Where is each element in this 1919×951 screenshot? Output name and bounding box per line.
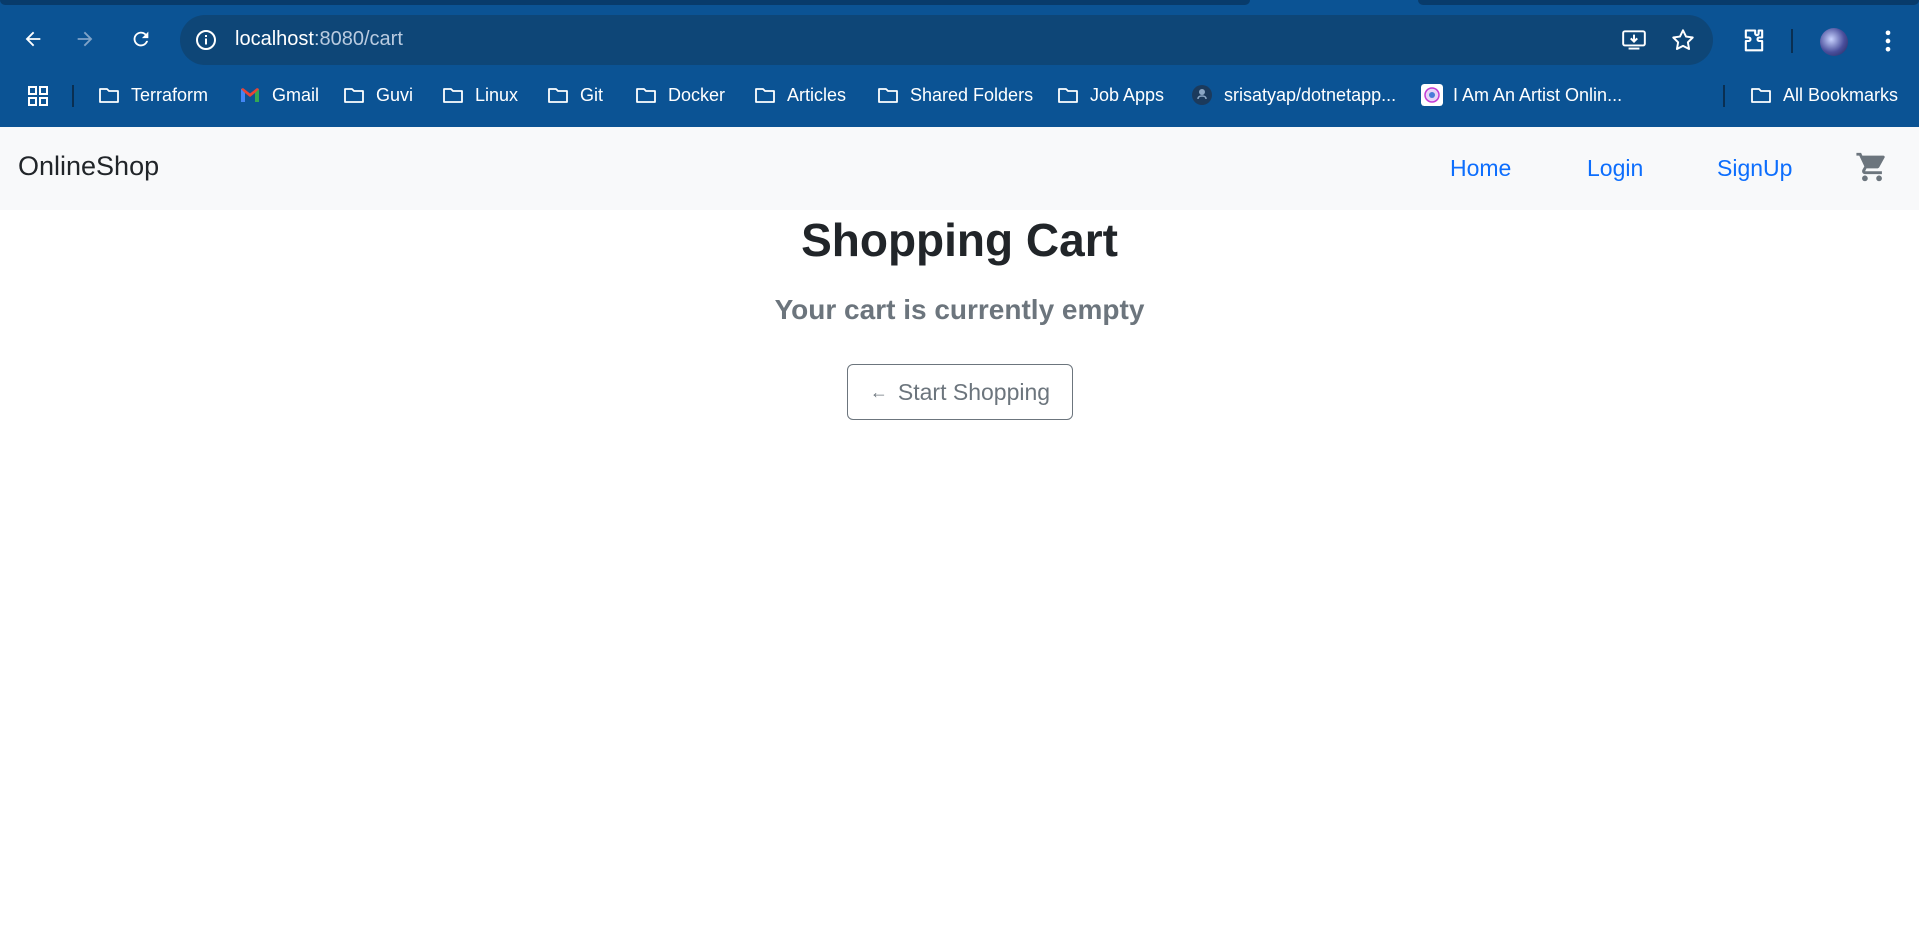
bookmarks-divider	[1723, 85, 1725, 107]
nav-link-home[interactable]: Home	[1450, 155, 1511, 182]
page-title: Shopping Cart	[801, 214, 1118, 266]
bookmark-label: Job Apps	[1090, 84, 1165, 105]
bookmark-label: Guvi	[376, 84, 414, 105]
folder-icon	[878, 88, 898, 103]
folder-icon	[548, 88, 568, 103]
bookmark-articles[interactable]: Articles	[753, 75, 846, 115]
brand-logo[interactable]: OnlineShop	[18, 151, 159, 182]
forward-button[interactable]	[61, 15, 109, 63]
arrow-left-icon	[25, 31, 41, 47]
apps-grid-icon[interactable]	[26, 84, 50, 108]
github-icon	[1192, 85, 1212, 105]
bookmark-linux[interactable]: Linux	[441, 75, 518, 115]
extensions-icon[interactable]	[1740, 27, 1768, 55]
bookmark-label: Linux	[475, 84, 519, 105]
gmail-icon	[241, 88, 259, 102]
nav-link-login[interactable]: Login	[1587, 155, 1643, 182]
bookmark-label: srisatyap/dotnetapp...	[1224, 84, 1397, 105]
bookmark-label: Terraform	[131, 84, 209, 105]
url-host: localhost	[235, 28, 314, 50]
bookmark-label: Gmail	[272, 84, 320, 105]
folder-icon	[99, 88, 119, 103]
arrow-right-icon	[77, 31, 93, 47]
site-favicon	[1421, 84, 1443, 106]
profile-avatar[interactable]	[1820, 28, 1848, 56]
more-menu-icon[interactable]	[1874, 27, 1902, 55]
page-content: OnlineShop Home Login SignUp Shopping Ca…	[0, 127, 1919, 951]
folder-icon	[636, 88, 656, 103]
bookmark-guvi[interactable]: Guvi	[342, 75, 413, 115]
bookmark-docker[interactable]: Docker	[634, 75, 725, 115]
install-app-icon[interactable]	[1621, 27, 1647, 53]
start-shopping-button[interactable]: ← Start Shopping	[847, 364, 1073, 420]
shopping-cart-icon[interactable]	[1855, 150, 1889, 184]
browser-toolbar: localhost:8080/cart	[0, 5, 1919, 75]
bookmark-artist-site[interactable]: I Am An Artist Onlin...	[1421, 75, 1622, 115]
url-path: :8080/cart	[313, 28, 403, 50]
folder-icon	[1751, 88, 1771, 103]
arrow-left-icon: ←	[869, 381, 888, 402]
bookmark-git[interactable]: Git	[546, 75, 603, 115]
bookmark-label: Shared Folders	[910, 84, 1034, 105]
bookmark-label: Articles	[787, 84, 847, 105]
bookmark-label: All Bookmarks	[1783, 84, 1899, 105]
empty-cart-message: Your cart is currently empty	[774, 294, 1145, 325]
bookmark-star-icon[interactable]	[1670, 27, 1696, 53]
bookmarks-bar: Terraform Gmail Guvi Linux Git Docker Ar…	[0, 75, 1919, 127]
bookmark-all-bookmarks[interactable]: All Bookmarks	[1749, 75, 1898, 115]
bookmark-label: Docker	[668, 84, 726, 105]
site-navbar: OnlineShop Home Login SignUp	[0, 127, 1919, 210]
bookmark-job-apps[interactable]: Job Apps	[1056, 75, 1164, 115]
browser-chrome: localhost:8080/cart Terraform Gmail Guvi…	[0, 0, 1919, 127]
bookmark-github-repo[interactable]: srisatyap/dotnetapp...	[1190, 75, 1396, 115]
folder-icon	[344, 88, 364, 103]
bookmark-label: Git	[580, 84, 604, 105]
back-button[interactable]	[9, 15, 57, 63]
toolbar-divider	[1791, 29, 1793, 53]
reload-button[interactable]	[117, 15, 165, 63]
bookmark-label: I Am An Artist Onlin...	[1453, 84, 1623, 105]
bookmark-shared-folders[interactable]: Shared Folders	[876, 75, 1033, 115]
reload-icon	[133, 31, 149, 47]
bookmark-gmail[interactable]: Gmail	[238, 75, 319, 115]
bookmarks-divider	[72, 85, 74, 107]
nav-link-signup[interactable]: SignUp	[1717, 155, 1792, 182]
address-bar[interactable]: localhost:8080/cart	[180, 15, 1713, 65]
folder-icon	[1058, 88, 1078, 103]
folder-icon	[755, 88, 775, 103]
folder-icon	[443, 88, 463, 103]
bookmark-terraform[interactable]: Terraform	[97, 75, 208, 115]
site-info-icon[interactable]	[194, 28, 218, 52]
url-text[interactable]: localhost:8080/cart	[235, 28, 403, 51]
start-shopping-label: Start Shopping	[897, 378, 1051, 405]
